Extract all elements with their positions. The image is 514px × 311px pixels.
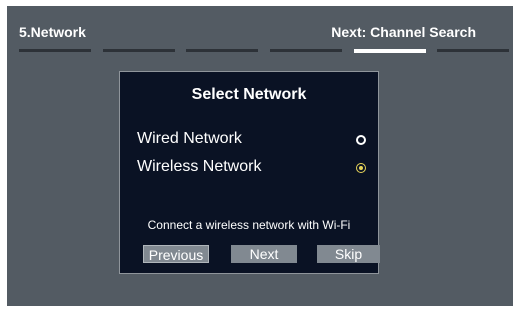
option-label: Wireless Network [137, 158, 262, 175]
option-wireless-network[interactable]: Wireless Network [137, 158, 366, 180]
option-label: Wired Network [137, 130, 242, 147]
progress-segment-1 [19, 49, 91, 52]
step-progress-bar [19, 49, 509, 53]
previous-button[interactable]: Previous [143, 245, 209, 263]
progress-segment-3 [186, 49, 258, 52]
option-wired-network[interactable]: Wired Network [137, 130, 366, 152]
radio-unselected-icon[interactable] [356, 135, 366, 145]
step-title: 5.Network [19, 24, 86, 40]
select-network-dialog: Select Network Wired Network Wireless Ne… [119, 71, 380, 274]
network-setup-screen: 5.Network Next: Channel Search Select Ne… [7, 6, 513, 306]
progress-segment-5 [354, 49, 426, 53]
progress-segment-4 [270, 49, 342, 52]
skip-button[interactable]: Skip [317, 245, 380, 263]
dialog-title: Select Network [191, 86, 307, 103]
option-description: Connect a wireless network with Wi-Fi [147, 218, 351, 232]
progress-segment-6 [437, 49, 509, 52]
progress-segment-2 [103, 49, 175, 52]
radio-selected-icon[interactable] [356, 163, 366, 173]
next-button[interactable]: Next [231, 245, 297, 263]
next-step-label: Next: Channel Search [331, 24, 476, 40]
